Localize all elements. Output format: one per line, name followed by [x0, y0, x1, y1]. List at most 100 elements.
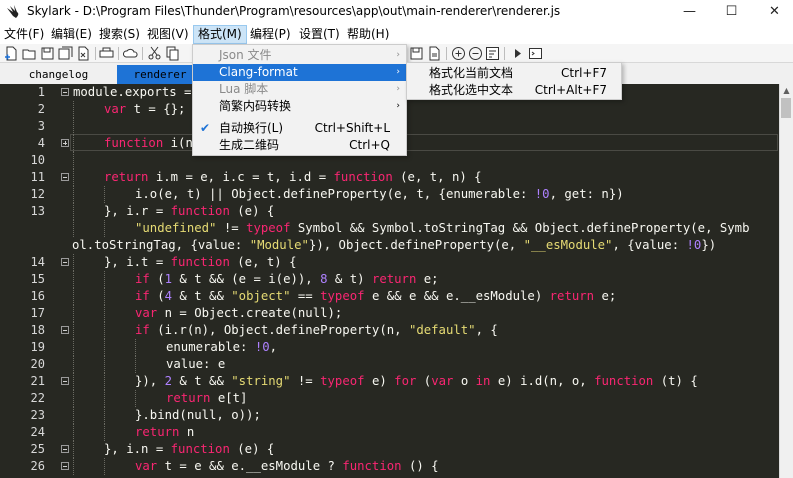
code-text: }, i.r = function (e) { [104, 203, 274, 220]
indent-guide [104, 356, 105, 373]
format-menu-item-encoding-convert[interactable]: 简繁内码转换 › [193, 98, 406, 115]
print-icon[interactable] [99, 46, 114, 61]
zoom-in-icon[interactable] [451, 46, 466, 61]
line-number: 1 [37, 85, 45, 99]
menu-program[interactable]: 编程(P) [246, 25, 295, 44]
format-menu-item-json[interactable]: Json 文件 › [193, 47, 406, 64]
fold-expand-icon[interactable] [61, 139, 69, 147]
code-token: (e) { [229, 442, 275, 456]
menu-view[interactable]: 视图(V) [143, 25, 193, 44]
code-token: }, i.r = [104, 204, 171, 218]
indent-guide [104, 390, 105, 407]
code-token: "undefined" [135, 221, 217, 235]
code-text: ol.toStringTag, {value: "Module"}), Obje… [72, 237, 716, 254]
word-wrap-icon[interactable] [485, 46, 500, 61]
indent-guide [73, 322, 74, 339]
code-text: "undefined" != typeof Symbol && Symbol.t… [135, 220, 750, 237]
fold-collapse-icon[interactable] [61, 258, 69, 266]
cloud-icon[interactable] [123, 46, 138, 61]
code-token: }), [135, 374, 165, 388]
code-text: function i(n [104, 135, 193, 152]
scrollbar-thumb[interactable] [781, 98, 791, 118]
indent-guide [104, 373, 105, 390]
format-menu-item-qrcode[interactable]: 生成二维码 Ctrl+Q [193, 137, 406, 154]
indent-guide [73, 186, 74, 203]
code-token: typeof [320, 289, 365, 303]
minimize-button[interactable]: — [667, 0, 712, 25]
save-icon[interactable] [40, 46, 55, 61]
clang-format-submenu: 格式化当前文档 Ctrl+F7 格式化选中文本 Ctrl+Alt+F7 [406, 62, 622, 100]
menu-edit[interactable]: 编辑(E) [47, 25, 96, 44]
toolbar-separator [504, 47, 505, 60]
code-token: in [475, 374, 491, 388]
terminal-icon[interactable] [528, 46, 543, 61]
menu-settings[interactable]: 设置(T) [295, 25, 344, 44]
code-token: return [135, 425, 180, 439]
code-text: }, i.n = function (e) { [104, 441, 274, 458]
code-text: var t = {}; [104, 101, 185, 118]
code-token: (t) { [653, 374, 698, 388]
menu-format[interactable]: 格式(M) [193, 25, 247, 44]
code-token: function [104, 136, 164, 150]
menu-search[interactable]: 搜索(S) [95, 25, 144, 44]
cut-icon[interactable] [147, 46, 162, 61]
fold-collapse-icon[interactable] [61, 445, 69, 453]
code-token: enumerable: [166, 340, 255, 354]
zoom-out-icon[interactable] [468, 46, 483, 61]
code-token: value: e [166, 357, 226, 371]
code-token: i.m = e, i.c = t, i.d = [148, 170, 334, 184]
fold-collapse-icon[interactable] [61, 173, 69, 181]
fold-collapse-icon[interactable] [61, 326, 69, 334]
menu-file[interactable]: 文件(F) [0, 25, 48, 44]
tab-changelog[interactable]: changelog [0, 65, 117, 84]
code-token: 1 [164, 272, 173, 286]
skylark-logo-icon [7, 5, 19, 18]
copy-icon[interactable] [165, 46, 180, 61]
indent-guide [104, 339, 105, 356]
menu-help[interactable]: 帮助(H) [343, 25, 393, 44]
submenu-arrow-icon: › [396, 67, 400, 77]
code-token: 8 [320, 272, 328, 286]
document-icon[interactable] [427, 46, 442, 61]
new-file-icon[interactable] [4, 46, 19, 61]
fold-collapse-icon[interactable] [61, 377, 69, 385]
line-number: 24 [30, 425, 45, 439]
vertical-scrollbar[interactable] [779, 84, 793, 478]
maximize-button[interactable]: ☐ [709, 0, 754, 25]
code-line: 16 if (4 & t && "object" == typeof e && e… [0, 288, 779, 305]
format-menu-item-clang-format[interactable]: Clang-format › [193, 64, 406, 81]
close-button[interactable]: ✕ [752, 0, 793, 25]
code-token: "object" [231, 289, 291, 303]
save-icon[interactable] [409, 46, 424, 61]
code-line: 20 value: e [0, 356, 779, 373]
tab-renderer[interactable]: renderer [117, 65, 203, 84]
submenu-item-format-selection[interactable]: 格式化选中文本 Ctrl+Alt+F7 [407, 82, 621, 99]
submenu-item-format-document[interactable]: 格式化当前文档 Ctrl+F7 [407, 65, 621, 82]
code-token: e) i.d(n, o, [490, 374, 595, 388]
open-folder-icon[interactable] [22, 46, 37, 61]
save-all-icon[interactable] [58, 46, 73, 61]
menu-item-label: Clang-format [219, 65, 298, 79]
code-token: e && e && e.__esModule) [364, 289, 550, 303]
code-token: & t) [327, 272, 372, 286]
run-icon[interactable] [510, 46, 525, 61]
format-menu-item-word-wrap[interactable]: ✔ 自动换行(L) Ctrl+Shift+L [193, 120, 406, 137]
code-token: return [104, 170, 149, 184]
indent-guide [73, 407, 74, 424]
code-token: (e, t, n) { [392, 170, 482, 184]
format-menu-item-lua[interactable]: Lua 脚本 › [193, 81, 406, 98]
code-token: ( [416, 374, 432, 388]
fold-collapse-icon[interactable] [61, 462, 69, 470]
fold-collapse-icon[interactable] [61, 88, 69, 96]
code-token: == [290, 289, 321, 303]
window-title: Skylark - D:\Program Files\Thunder\Progr… [27, 4, 561, 18]
code-token: 2 [164, 374, 173, 388]
code-token: & t && [172, 289, 232, 303]
scroll-up-arrow-icon[interactable]: ▲ [780, 84, 793, 97]
indent-guide [73, 373, 74, 390]
indent-guide [73, 254, 74, 271]
line-number: 18 [30, 323, 45, 337]
code-line: 11 return i.m = e, i.c = t, i.d = functio… [0, 169, 779, 186]
close-file-icon[interactable] [76, 46, 91, 61]
code-token: if [135, 272, 150, 286]
